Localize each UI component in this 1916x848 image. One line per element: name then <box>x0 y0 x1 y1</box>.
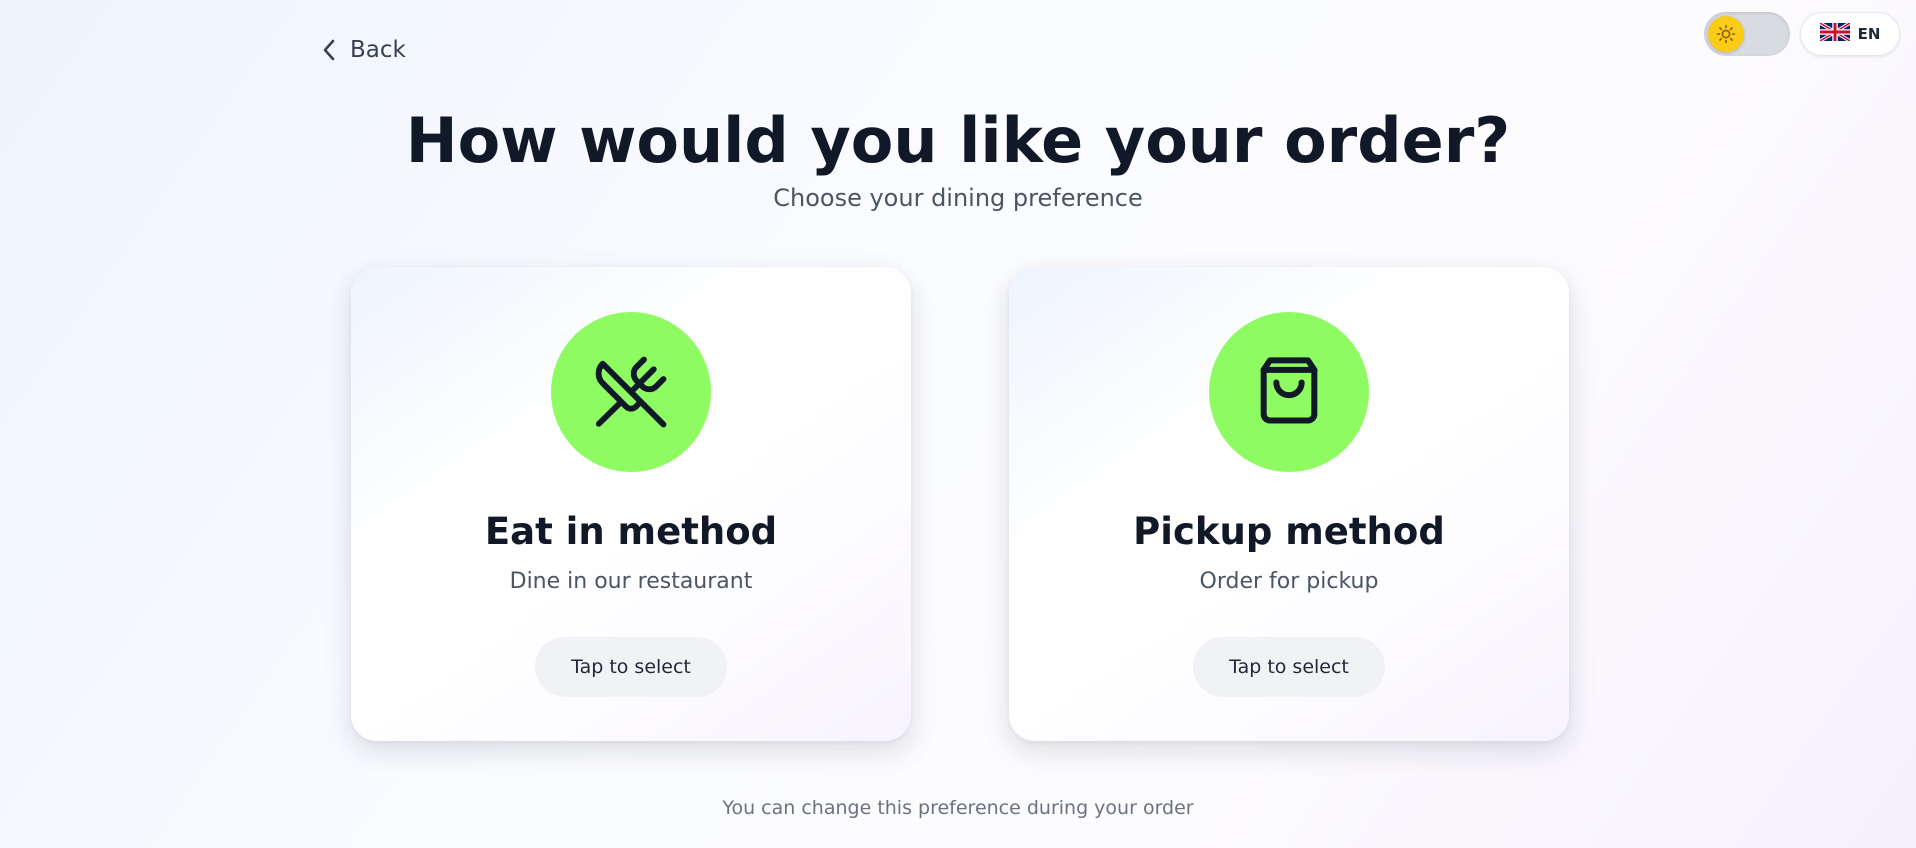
utensils-crossed-icon <box>551 312 711 472</box>
footer-note: You can change this preference during yo… <box>722 797 1194 819</box>
pickup-option-card[interactable]: Pickup method Order for pickup Tap to se… <box>1009 267 1569 741</box>
back-label: Back <box>350 37 406 63</box>
page-title: How would you like your order? <box>405 104 1511 177</box>
theme-toggle[interactable] <box>1704 12 1790 56</box>
page-subtitle: Choose your dining preference <box>773 184 1143 212</box>
eat-in-description: Dine in our restaurant <box>509 569 753 594</box>
eat-in-select-button[interactable]: Tap to select <box>535 637 727 697</box>
back-button[interactable]: Back <box>322 32 406 68</box>
eat-in-title: Eat in method <box>484 510 778 553</box>
sun-icon <box>1708 16 1744 52</box>
pickup-select-button[interactable]: Tap to select <box>1193 637 1385 697</box>
language-label: EN <box>1857 25 1881 43</box>
eat-in-option-card[interactable]: Eat in method Dine in our restaurant Tap… <box>351 267 911 741</box>
pickup-description: Order for pickup <box>1199 569 1379 594</box>
chevron-left-icon <box>322 38 336 62</box>
language-selector[interactable]: EN <box>1800 12 1900 56</box>
pickup-title: Pickup method <box>1133 510 1445 553</box>
shopping-bag-icon <box>1209 312 1369 472</box>
uk-flag-icon <box>1818 21 1851 45</box>
